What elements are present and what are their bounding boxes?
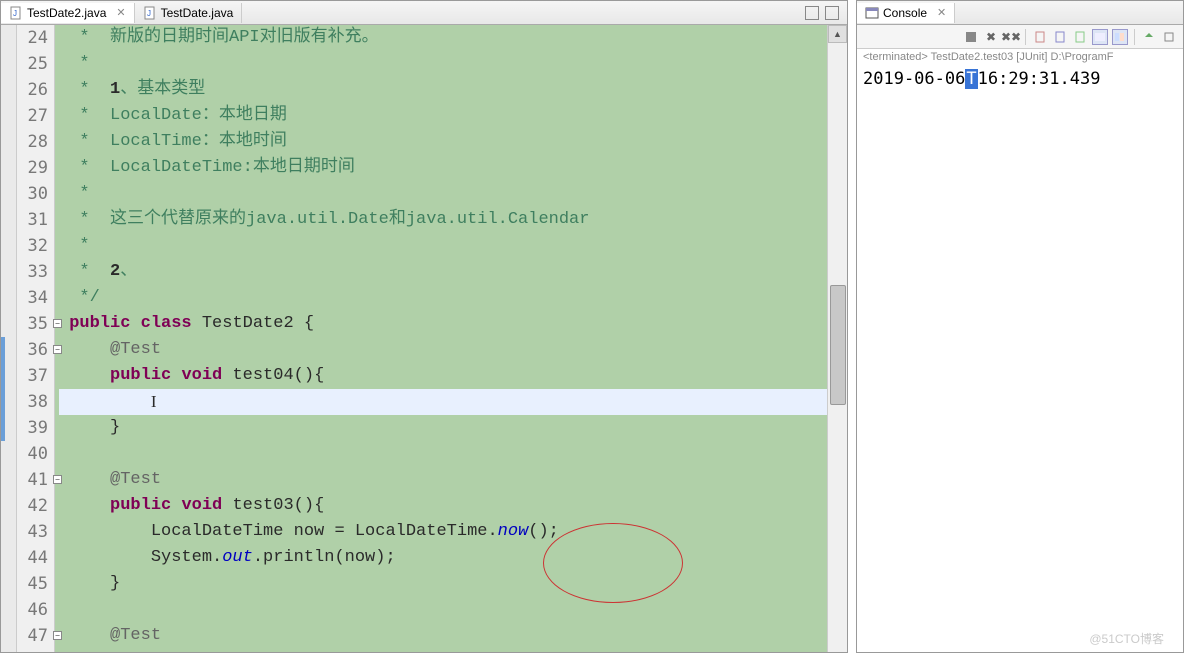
line-number: 37: [17, 363, 48, 389]
code-line[interactable]: public void test04(){: [59, 363, 827, 389]
line-number-gutter: 242526272829303132333435−36−3738394041−4…: [17, 25, 55, 652]
code-line[interactable]: */: [59, 285, 827, 311]
output-time: 16:29:31.439: [978, 69, 1101, 89]
maximize-icon[interactable]: [825, 6, 839, 20]
code-line[interactable]: *: [59, 51, 827, 77]
open-console-icon[interactable]: [1112, 29, 1128, 45]
code-area[interactable]: * 新版的日期时间API对旧版有补充。 * * 1、基本类型 * LocalDa…: [55, 25, 827, 652]
code-line[interactable]: [59, 597, 827, 623]
remove-all-icon[interactable]: ✖✖: [1003, 29, 1019, 45]
editor-body[interactable]: 242526272829303132333435−36−3738394041−4…: [1, 25, 847, 652]
line-number: 32: [17, 233, 48, 259]
line-number: 34: [17, 285, 48, 311]
vertical-scrollbar[interactable]: ▲: [827, 25, 847, 652]
console-output[interactable]: 2019-06-06T16:29:31.439: [857, 65, 1183, 652]
line-number: 45: [17, 571, 48, 597]
maximize-icon[interactable]: [1161, 29, 1177, 45]
scroll-thumb[interactable]: [830, 285, 846, 405]
code-line[interactable]: * LocalDate：本地日期: [59, 103, 827, 129]
console-toolbar: ✖ ✖✖: [857, 25, 1183, 49]
code-line[interactable]: *: [59, 233, 827, 259]
minimize-icon[interactable]: [805, 6, 819, 20]
line-number: 27: [17, 103, 48, 129]
line-number: 41−: [17, 467, 48, 493]
line-number: 26: [17, 77, 48, 103]
console-pane: Console ✕ ✖ ✖✖ <terminated> TestDate2.te…: [856, 0, 1184, 653]
display-selected-icon[interactable]: [1092, 29, 1108, 45]
code-line[interactable]: * 这三个代替原来的java.util.Date和java.util.Calen…: [59, 207, 827, 233]
console-tab-bar: Console ✕: [857, 1, 1183, 25]
line-number: 25: [17, 51, 48, 77]
java-file-icon: J: [143, 6, 157, 20]
code-line[interactable]: }: [59, 415, 827, 441]
output-separator: T: [965, 69, 977, 89]
line-number: 28: [17, 129, 48, 155]
tab-label: TestDate.java: [161, 6, 234, 20]
code-line[interactable]: public class TestDate2 {: [59, 311, 827, 337]
line-number: 24: [17, 25, 48, 51]
remove-launch-icon[interactable]: ✖: [983, 29, 999, 45]
line-number: 30: [17, 181, 48, 207]
svg-text:J: J: [147, 9, 151, 18]
tab-label: TestDate2.java: [27, 6, 106, 20]
editor-tab-bar: J TestDate2.java ✕ J TestDate.java: [1, 1, 847, 25]
editor-tab[interactable]: J TestDate.java: [135, 3, 243, 23]
code-line[interactable]: LocalDateTime now = LocalDateTime.now();: [59, 519, 827, 545]
line-number: 42: [17, 493, 48, 519]
line-number: 40: [17, 441, 48, 467]
editor-tab[interactable]: J TestDate2.java ✕: [1, 3, 135, 23]
line-number: 43: [17, 519, 48, 545]
code-line[interactable]: }: [59, 571, 827, 597]
console-status: <terminated> TestDate2.test03 [JUnit] D:…: [857, 49, 1183, 65]
terminate-icon[interactable]: [963, 29, 979, 45]
code-line[interactable]: * 1、基本类型: [59, 77, 827, 103]
line-number: 44: [17, 545, 48, 571]
code-line[interactable]: * LocalTime：本地时间: [59, 129, 827, 155]
close-icon[interactable]: ✕: [116, 6, 125, 19]
code-line[interactable]: * LocalDateTime:本地日期时间: [59, 155, 827, 181]
line-number: 33: [17, 259, 48, 285]
line-number: 36−: [17, 337, 48, 363]
pin-console-icon[interactable]: [1072, 29, 1088, 45]
console-icon: [865, 6, 879, 20]
scroll-lock-icon[interactable]: [1052, 29, 1068, 45]
code-line[interactable]: *: [59, 181, 827, 207]
scroll-up-button[interactable]: ▲: [828, 25, 847, 43]
console-tab[interactable]: Console ✕: [857, 3, 955, 23]
line-number: 35−: [17, 311, 48, 337]
line-number: 31: [17, 207, 48, 233]
code-line[interactable]: * 2、: [59, 259, 827, 285]
code-line[interactable]: [59, 441, 827, 467]
editor-pane: JTestDate2.java✕JTestDate.java 242526272…: [0, 0, 848, 653]
code-line[interactable]: System.out.println(now);: [59, 545, 827, 571]
minimize-icon[interactable]: [1141, 29, 1157, 45]
line-number: 29: [17, 155, 48, 181]
code-line[interactable]: public void test03(){: [59, 493, 827, 519]
code-line[interactable]: * 新版的日期时间API对旧版有补充。: [59, 25, 827, 51]
line-number: 38: [17, 389, 48, 415]
output-date: 2019-06-06: [863, 69, 965, 89]
console-tab-label: Console: [883, 6, 927, 20]
code-line[interactable]: I: [59, 389, 827, 415]
clear-console-icon[interactable]: [1032, 29, 1048, 45]
code-line[interactable]: @Test: [59, 337, 827, 363]
java-file-icon: J: [9, 6, 23, 20]
line-number: 39: [17, 415, 48, 441]
svg-text:J: J: [13, 9, 17, 18]
line-number: 47−: [17, 623, 48, 649]
code-line[interactable]: @Test: [59, 623, 827, 649]
line-number: 46: [17, 597, 48, 623]
close-icon[interactable]: ✕: [937, 6, 946, 19]
marker-bar: [1, 25, 17, 652]
code-line[interactable]: @Test: [59, 467, 827, 493]
